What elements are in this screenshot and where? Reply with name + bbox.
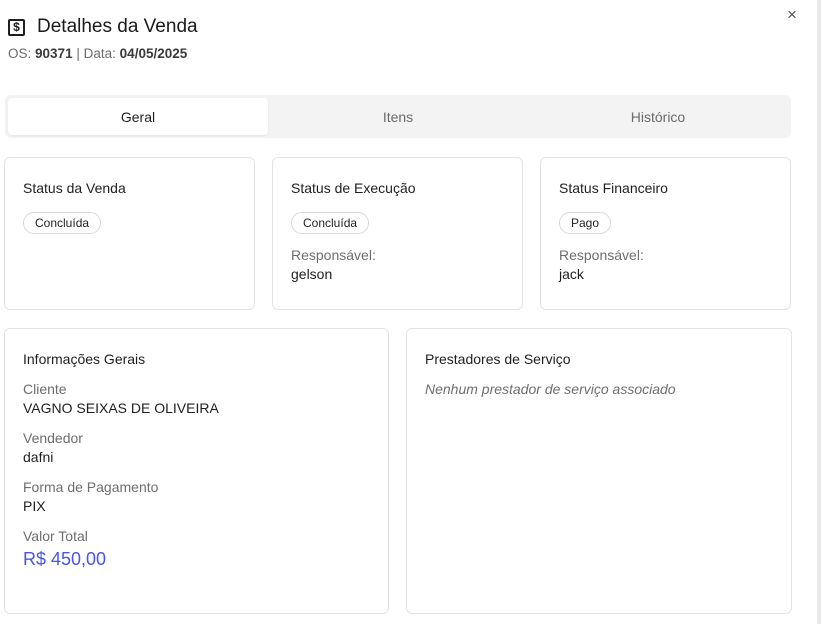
informacoes-gerais-card: Informações Gerais Cliente VAGNO SEIXAS … [4, 328, 389, 614]
card-title: Status de Execução [291, 180, 416, 196]
dialog-subtitle: OS: 90371 | Data: 04/05/2025 [8, 46, 198, 61]
cliente-value: VAGNO SEIXAS DE OLIVEIRA [23, 400, 219, 416]
valor-total-value: R$ 450,00 [23, 549, 107, 569]
date-value: 04/05/2025 [119, 46, 188, 61]
status-venda-card: Status da Venda Concluída [4, 157, 255, 310]
responsavel-label: Responsável: [559, 247, 644, 263]
status-execucao-card: Status de Execução Concluída Responsável… [272, 157, 523, 310]
vendedor-value: dafni [23, 449, 54, 465]
valor-total-label: Valor Total [23, 528, 88, 544]
scrollbar-edge [817, 0, 821, 624]
card-title: Status da Venda [23, 180, 126, 196]
dialog-header: $ Detalhes da Venda OS: 90371 | Data: 04… [8, 16, 198, 61]
status-badge: Concluída [23, 212, 102, 234]
vendedor-label: Vendedor [23, 430, 83, 446]
empty-prestadores-text: Nenhum prestador de serviço associado [425, 381, 676, 397]
title-row: $ Detalhes da Venda [8, 16, 198, 38]
tab-geral[interactable]: Geral [8, 98, 268, 135]
close-icon[interactable]: × [783, 6, 801, 24]
status-financeiro-card: Status Financeiro Pago Responsável: jack [540, 157, 791, 310]
card-title: Informações Gerais [23, 351, 146, 367]
responsavel-label: Responsável: [291, 247, 376, 263]
dialog-title: Detalhes da Venda [37, 16, 198, 37]
prestadores-card: Prestadores de Serviço Nenhum prestador … [406, 328, 792, 614]
responsavel-value: jack [559, 266, 584, 282]
date-label: Data: [83, 46, 116, 61]
tab-bar: Geral Itens Histórico [5, 95, 791, 138]
card-title: Prestadores de Serviço [425, 351, 571, 367]
os-value: 90371 [35, 46, 73, 61]
tab-itens[interactable]: Itens [268, 98, 528, 135]
cliente-label: Cliente [23, 381, 67, 397]
forma-pagamento-label: Forma de Pagamento [23, 479, 159, 495]
status-badge: Pago [559, 212, 612, 234]
os-label: OS: [8, 46, 32, 61]
subtitle-separator: | [76, 46, 80, 61]
responsavel-value: gelson [291, 266, 333, 282]
card-title: Status Financeiro [559, 180, 668, 196]
forma-pagamento-value: PIX [23, 498, 46, 514]
status-badge: Concluída [291, 212, 370, 234]
tab-historico[interactable]: Histórico [528, 98, 788, 135]
dollar-receipt-icon: $ [8, 18, 25, 36]
